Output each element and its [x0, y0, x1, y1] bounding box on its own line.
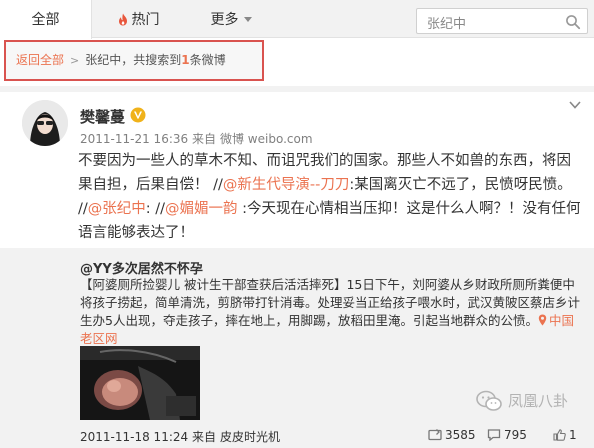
search-icon[interactable]	[565, 14, 581, 30]
post-text-3: : //	[145, 201, 166, 217]
comment-icon	[487, 429, 501, 442]
result-count: 1	[181, 53, 190, 67]
username[interactable]: 樊馨蔓	[80, 106, 125, 127]
search-input[interactable]: 张纪中	[427, 13, 466, 32]
post-content: 不要因为一些人的草木不知、而诅咒我们的国家。那些人不如兽的东西，将因果自担，后果…	[78, 149, 584, 245]
mention-link[interactable]: @新生代导演--刀刀	[223, 177, 349, 193]
thumbs-up-icon	[553, 429, 566, 441]
post-meta: 2011-11-21 16:36 来自 微博 weibo.com	[80, 130, 313, 147]
chevron-down-icon	[243, 17, 252, 22]
tab-more[interactable]: 更多	[196, 0, 266, 38]
repost-via-prefix: 来自	[191, 430, 216, 444]
post-menu-chevron-icon[interactable]	[568, 100, 582, 110]
post-source[interactable]: 微博 weibo.com	[220, 132, 313, 146]
watermark: 凤凰八卦	[476, 386, 568, 416]
breadcrumb-query: 张纪中	[85, 53, 122, 67]
avatar-image	[22, 100, 68, 146]
breadcrumb-separator: >	[70, 54, 80, 67]
like-count: 1	[569, 428, 577, 442]
fire-icon	[118, 13, 127, 26]
repost-source[interactable]: 皮皮时光机	[220, 430, 280, 444]
repost-icon	[428, 429, 442, 441]
like-button[interactable]: 1	[553, 428, 577, 442]
post-via-prefix: 来自	[191, 132, 216, 146]
section-divider	[0, 86, 594, 92]
repost-author[interactable]: @YY多次居然不怀孕	[80, 258, 203, 277]
tab-all[interactable]: 全部	[0, 0, 92, 39]
location-pin-icon	[538, 314, 547, 326]
repost-photo[interactable]	[80, 346, 200, 420]
avatar[interactable]	[22, 100, 68, 146]
back-to-all-link[interactable]: 返回全部	[16, 53, 64, 67]
post-time[interactable]: 2011-11-21 16:36	[80, 132, 188, 146]
search-box[interactable]: 张纪中	[416, 8, 588, 34]
tab-more-label: 更多	[210, 12, 239, 28]
repost-content: 【阿婆厕所捡婴儿 被计生干部查获后活活摔死】15日下午，刘阿婆从乡财政所厕所粪便…	[80, 276, 584, 348]
repost-text: 【阿婆厕所捡婴儿 被计生干部查获后活活摔死】15日下午，刘阿婆从乡财政所厕所粪便…	[80, 277, 581, 328]
repost-count: 3585	[445, 428, 476, 442]
wechat-icon	[476, 390, 502, 411]
comment-count-button[interactable]: 795	[487, 428, 527, 442]
photo-thumbnail	[80, 346, 200, 420]
repost-count-button[interactable]: 3585	[428, 428, 476, 442]
watermark-text: 凤凰八卦	[508, 392, 569, 410]
breadcrumb: 返回全部 > 张纪中，共搜索到1条微博	[4, 40, 264, 81]
tab-hot[interactable]: 热门	[108, 0, 168, 38]
breadcrumb-summary-suffix: 条微博	[189, 53, 226, 67]
mention-link[interactable]: @媚媚一韵	[165, 201, 238, 217]
mention-link[interactable]: @张纪中	[88, 201, 146, 217]
tab-hot-label: 热门	[131, 12, 160, 28]
verified-badge-icon	[130, 107, 146, 123]
repost-meta: 2011-11-18 11:24 来自 皮皮时光机	[80, 428, 280, 445]
breadcrumb-summary-prefix: ，共搜索到	[121, 53, 182, 67]
repost-time[interactable]: 2011-11-18 11:24	[80, 430, 188, 444]
comment-count: 795	[504, 428, 527, 442]
tab-all-label: 全部	[31, 12, 60, 28]
tab-bar: 全部 热门 更多 张纪中	[0, 0, 594, 39]
